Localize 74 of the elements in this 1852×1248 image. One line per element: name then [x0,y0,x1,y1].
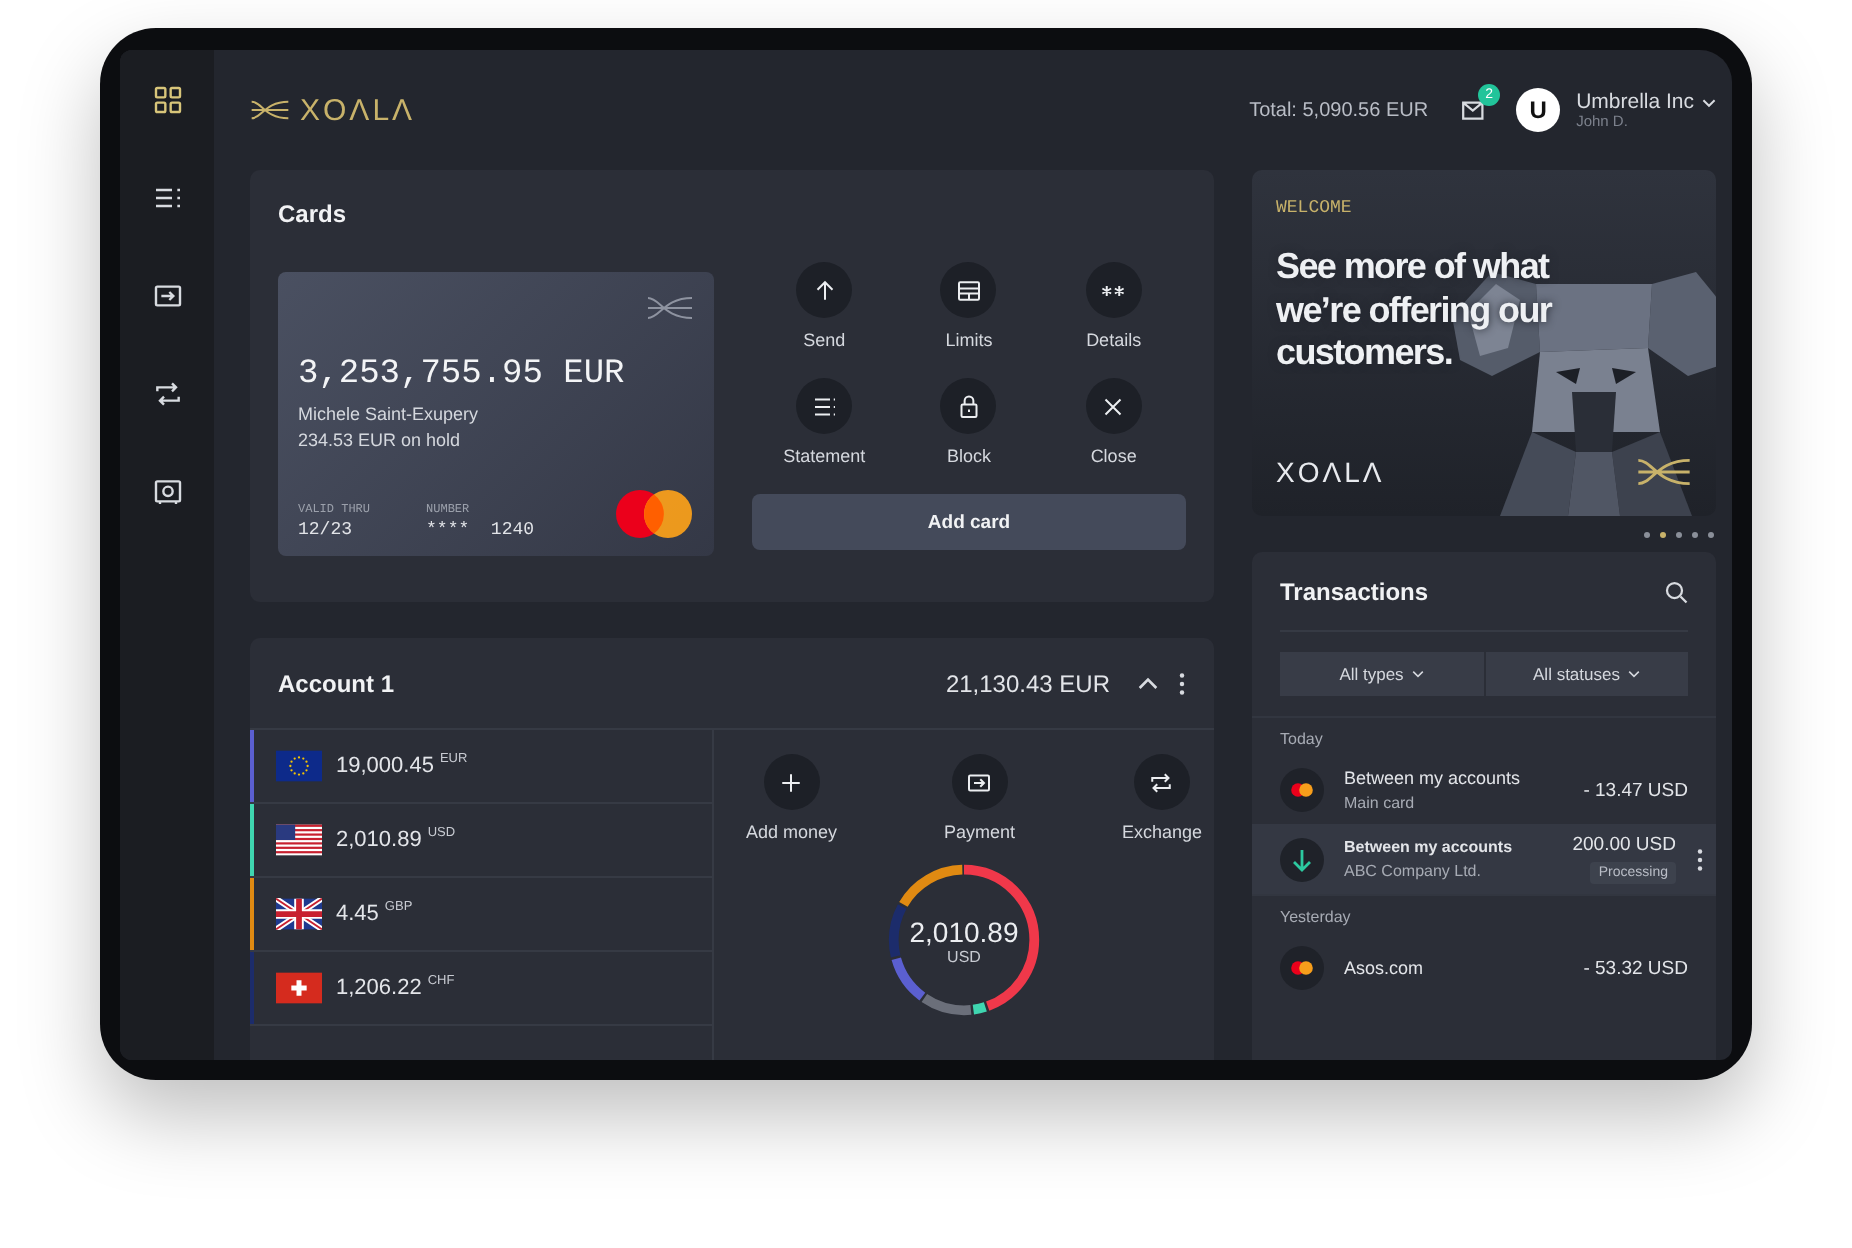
card-action-button[interactable]: Send [752,262,897,350]
exchange-icon[interactable] [151,378,183,410]
transaction-row[interactable]: Between my accounts Main card - 13.47 USD [1252,756,1716,824]
carousel-dot[interactable] [1676,531,1682,537]
logo-icon [646,292,694,324]
card-action-button[interactable]: Details [1041,262,1186,350]
panel-title: Transactions [1280,577,1429,605]
card-number: **** 1240 [426,520,535,540]
carousel-dot[interactable] [1708,531,1714,537]
donut-currency: USD [947,947,981,965]
transaction-amount: 200.00 USD [1572,834,1676,856]
account-action-button[interactable]: Payment [943,754,1016,842]
transaction-row[interactable]: Asos.com - 53.32 USD [1252,934,1716,1002]
card-action-button[interactable]: Close [1041,378,1186,466]
carousel-dot[interactable] [1692,531,1698,537]
search-icon[interactable] [1664,579,1688,603]
card-balance: 3,253,755.95 EUR [298,356,627,394]
arrow-down-icon [1280,837,1324,881]
safe-icon[interactable] [151,476,183,508]
filter-dropdown[interactable]: All types [1280,652,1483,696]
card-holder: Michele Saint-Exupery [298,404,481,424]
flag-icon [276,898,322,930]
banner-headline: See more of what we’re offering our customers. [1276,246,1555,376]
hold-amount: 234.53 EUR on hold [298,430,463,450]
account-action-button[interactable]: Add money [746,754,838,842]
date-group-label: Yesterday [1252,894,1716,934]
transaction-subtitle: ABC Company Ltd. [1344,862,1483,880]
transaction-subtitle: Main card [1344,794,1417,812]
more-icon[interactable] [1178,671,1186,695]
promo-banner[interactable]: WELCOME See more of what we’re offering our customers. XOΛLΛ [1252,170,1716,516]
flag-icon [276,824,322,856]
limits-icon [953,275,984,305]
transaction-amount: - 13.47 USD [1583,779,1688,801]
transaction-title: Between my accounts [1344,838,1515,856]
card-action-button[interactable]: Limits [896,262,1042,350]
flag-icon [276,750,322,782]
collapse-icon[interactable] [1138,676,1158,690]
logo-text: XOΛLΛ [1276,456,1385,488]
mastercard-icon [1280,946,1324,990]
carousel-dot[interactable] [1644,531,1650,537]
grid-icon[interactable] [151,84,183,116]
add-card-button[interactable]: Add card [752,494,1186,550]
flag-icon [276,972,322,1004]
mastercard-icon [1280,768,1324,812]
logo-text: XOΛLΛ [300,93,416,127]
panel-title: Account 1 [278,669,397,697]
banner-eyebrow: WELCOME [1276,198,1354,218]
transaction-amount: - 53.32 USD [1583,957,1688,979]
donut-amount: 2,010.89 [909,915,1019,947]
chevron-down-icon[interactable] [1702,98,1716,108]
transaction-title: Between my accounts [1344,768,1523,788]
transaction-title: Asos.com [1344,958,1426,978]
more-icon[interactable] [1696,847,1704,871]
avatar[interactable]: U [1516,88,1561,132]
currency-balance: 19,000.45 [336,754,434,778]
chevron-down-icon [1627,670,1640,678]
card-action-button[interactable]: Block [896,378,1042,466]
currency-balance: 1,206.22 [336,976,422,1000]
account-total: 21,130.43 EUR [945,669,1110,697]
account-action-button[interactable]: Exchange [1121,754,1202,842]
mastercard-icon [614,488,694,540]
carousel-dot[interactable] [1660,531,1666,537]
expiry-date: 12/23 [298,520,355,540]
company-name[interactable]: Umbrella Inc [1576,89,1694,114]
payment-icon[interactable] [151,280,183,312]
currency-balance: 2,010.89 [336,828,422,852]
date-group-label: Today [1252,716,1716,756]
card-action-button[interactable]: Statement [752,378,897,466]
currency-balance: 4.45 [336,902,379,926]
chevron-down-icon [1411,670,1424,678]
total-balance: Total: 5,090.56 EUR [1249,99,1429,121]
panel-title: Cards [278,200,349,228]
logo-icon [250,96,290,124]
filter-dropdown[interactable]: All statuses [1485,652,1688,696]
